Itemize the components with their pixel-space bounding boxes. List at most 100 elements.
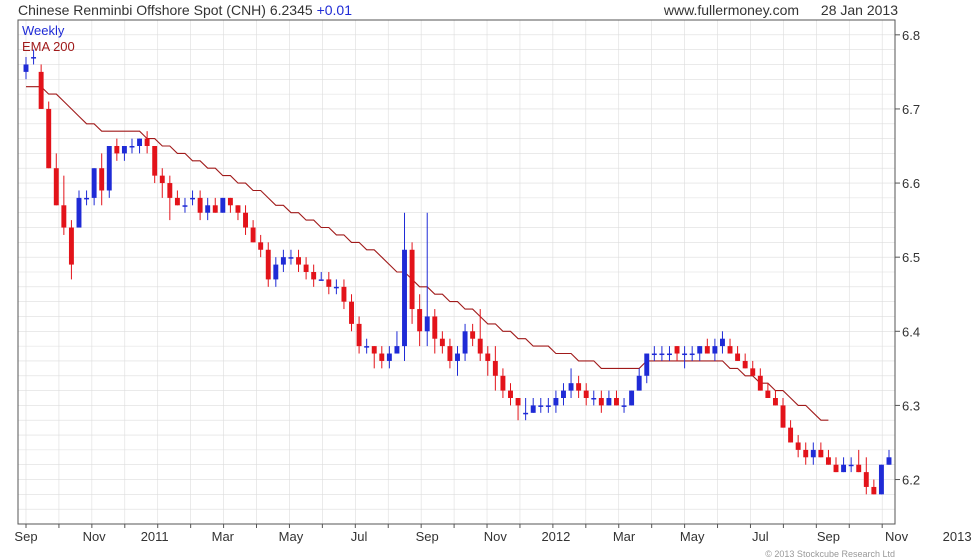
candle xyxy=(576,375,582,398)
x-tick-label: 2011 xyxy=(141,529,169,544)
y-tick-label: 6.3 xyxy=(902,398,920,413)
candle-body xyxy=(84,197,90,200)
candle-body xyxy=(750,368,756,376)
candle xyxy=(76,190,82,228)
y-tick-label: 6.8 xyxy=(902,28,920,43)
candle-body xyxy=(455,353,460,361)
candle xyxy=(303,257,309,280)
candle-body xyxy=(561,390,566,398)
candle-body xyxy=(530,405,536,413)
x-tick-label: Nov xyxy=(885,529,909,544)
candle-body xyxy=(182,205,188,207)
candle-body xyxy=(719,338,725,347)
candle-body xyxy=(280,257,286,265)
candle xyxy=(273,257,279,287)
candle-body xyxy=(144,138,150,146)
candle-body xyxy=(174,197,180,206)
candle-body xyxy=(76,197,82,228)
candle xyxy=(341,279,347,310)
candle-body xyxy=(795,442,801,450)
candle-body xyxy=(243,212,248,228)
candle-body xyxy=(326,279,332,287)
copyright-text: © 2013 Stockcube Research Ltd xyxy=(765,549,895,559)
candle xyxy=(795,435,801,458)
candle-body xyxy=(538,405,544,407)
candle-body xyxy=(349,301,354,324)
candle xyxy=(704,338,710,354)
candle-body xyxy=(644,353,650,376)
candle-body xyxy=(825,457,831,465)
candle xyxy=(243,205,248,235)
candle-body xyxy=(91,168,97,198)
candle-body xyxy=(500,375,506,391)
x-tick-label: Mar xyxy=(212,529,235,544)
candle xyxy=(23,57,29,80)
candle xyxy=(409,242,415,324)
candle-body xyxy=(841,464,847,473)
candle xyxy=(439,331,445,354)
y-tick-label: 6.5 xyxy=(902,250,920,265)
candle xyxy=(91,168,97,206)
candle xyxy=(697,346,703,361)
candle-body xyxy=(333,286,339,289)
candle xyxy=(780,398,786,428)
candle-body xyxy=(485,353,491,361)
candle-body xyxy=(856,464,862,473)
candle-body xyxy=(636,375,642,391)
candle-body xyxy=(810,449,816,458)
candle xyxy=(689,346,695,361)
candle xyxy=(394,331,400,354)
candle xyxy=(356,316,362,354)
candle-body xyxy=(568,383,574,391)
candle-body xyxy=(757,375,763,391)
candle xyxy=(682,346,688,369)
candle-body xyxy=(386,353,392,361)
candle xyxy=(477,309,483,361)
candle-body xyxy=(780,405,786,428)
candle-body xyxy=(462,331,468,354)
candle-body xyxy=(651,353,657,356)
candle xyxy=(742,353,748,369)
candle-body xyxy=(606,398,612,406)
candle-body xyxy=(167,183,173,198)
candle-body xyxy=(303,264,309,272)
legend-ema: EMA 200 xyxy=(22,39,75,54)
candle xyxy=(833,457,839,473)
candle-body xyxy=(765,390,771,398)
candle-body xyxy=(886,457,892,465)
candle-body xyxy=(704,346,710,354)
candle xyxy=(38,64,44,109)
candle-body xyxy=(629,390,635,406)
candle xyxy=(727,338,733,354)
candle xyxy=(878,464,884,495)
candle xyxy=(841,457,847,473)
candle xyxy=(333,279,339,295)
candle-body xyxy=(621,405,627,407)
candle xyxy=(326,272,332,295)
candle xyxy=(129,138,135,154)
candle-body xyxy=(545,405,551,407)
candle-body xyxy=(477,338,483,354)
candle xyxy=(68,220,74,280)
candle-body xyxy=(772,398,778,406)
candle xyxy=(492,346,498,391)
candle-body xyxy=(598,398,604,406)
x-tick-label: 2013 xyxy=(943,529,972,544)
candle xyxy=(508,383,513,406)
candle-body xyxy=(576,383,582,391)
candle xyxy=(455,346,460,376)
candle-body xyxy=(439,338,445,347)
candle-body xyxy=(258,242,264,250)
candle xyxy=(114,138,120,161)
y-axis: 6.2 6.3 6.4 6.5 6.6 6.7 6.8 xyxy=(895,28,920,488)
candle-body xyxy=(311,272,317,280)
candle-body xyxy=(235,205,241,213)
candle-body xyxy=(614,398,619,406)
x-tick-label: 2012 xyxy=(541,529,570,544)
candle xyxy=(462,323,468,361)
candle-body xyxy=(364,346,370,348)
candle xyxy=(379,346,385,369)
candle xyxy=(561,383,566,406)
y-tick-label: 6.6 xyxy=(902,176,920,191)
candle-body xyxy=(432,316,438,339)
